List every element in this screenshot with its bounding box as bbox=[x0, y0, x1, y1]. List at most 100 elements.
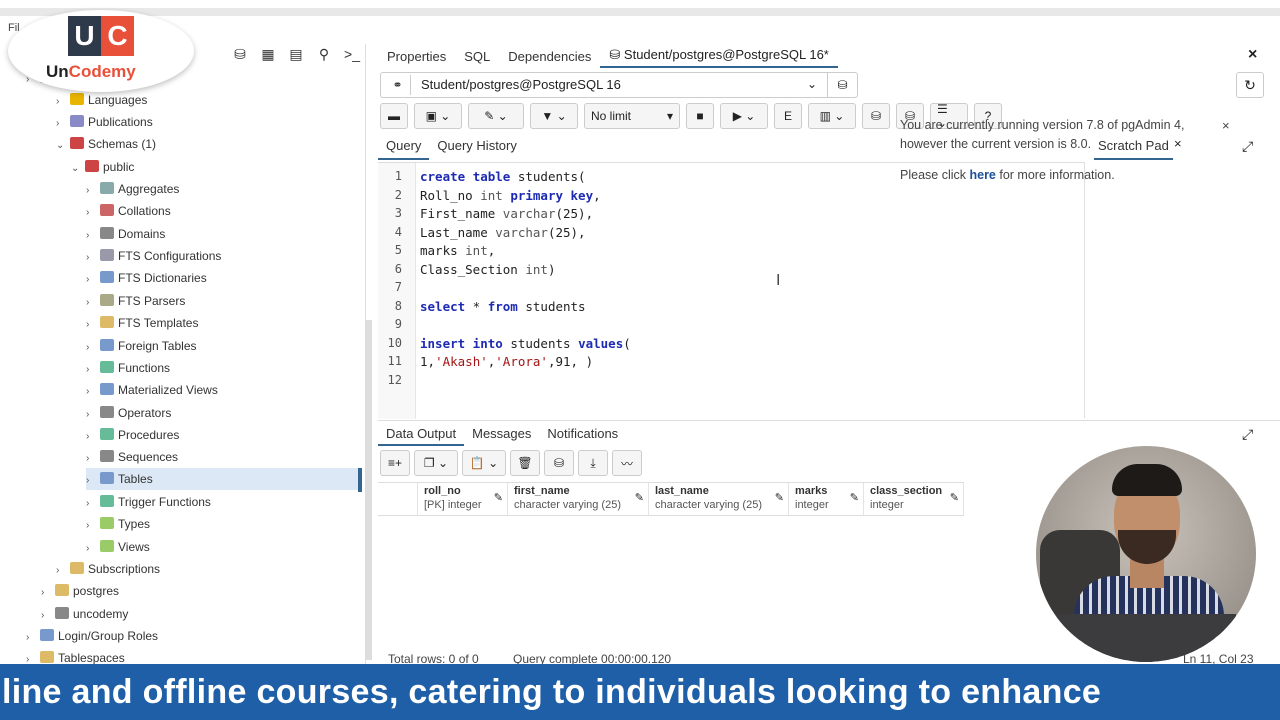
tree-item[interactable]: › Materialized Views bbox=[86, 379, 358, 401]
terminal-icon[interactable]: >_ bbox=[342, 44, 362, 64]
column-header[interactable]: first_name character varying (25) ✎ bbox=[508, 483, 649, 515]
chevron-right-icon[interactable]: › bbox=[86, 180, 98, 202]
commit-button[interactable]: ⛁ bbox=[862, 103, 890, 129]
column-header[interactable]: last_name character varying (25) ✎ bbox=[649, 483, 789, 515]
paste-icon[interactable]: 📋 ⌄ bbox=[462, 450, 506, 476]
tree-item[interactable]: › FTS Dictionaries bbox=[86, 267, 358, 289]
tree-item[interactable]: › Subscriptions bbox=[56, 558, 358, 580]
explain-button[interactable]: E bbox=[774, 103, 802, 129]
tab-query-tool[interactable]: ⛁ Student/postgres@PostgreSQL 16* bbox=[600, 44, 838, 68]
column-header[interactable]: roll_no [PK] integer ✎ bbox=[418, 483, 508, 515]
tree-item[interactable]: › Languages bbox=[56, 89, 358, 111]
execute-button[interactable]: ▶ ⌄ bbox=[720, 103, 768, 129]
chevron-down-icon[interactable]: ⌄ bbox=[71, 158, 83, 180]
connection-selector[interactable]: ⚭ Student/postgres@PostgreSQL 16 ⌄ ⛁ bbox=[380, 72, 858, 98]
line-number: 3 bbox=[394, 206, 402, 220]
tree-item[interactable]: › Collations bbox=[86, 200, 358, 222]
table-view-icon[interactable]: ▦ bbox=[258, 44, 278, 64]
chevron-right-icon[interactable]: › bbox=[86, 493, 98, 515]
tree-item[interactable]: › FTS Configurations bbox=[86, 245, 358, 267]
tree-item[interactable]: › Login/Group Roles bbox=[26, 625, 358, 647]
tree-item[interactable]: › Operators bbox=[86, 402, 358, 424]
explain-analyze-button[interactable]: ▥ ⌄ bbox=[808, 103, 856, 129]
tab-sql[interactable]: SQL bbox=[455, 49, 499, 64]
chevron-right-icon[interactable]: › bbox=[86, 292, 98, 314]
tab-data-output[interactable]: Data Output bbox=[378, 421, 465, 446]
chevron-right-icon[interactable]: › bbox=[86, 404, 98, 426]
save-button[interactable]: ▣ ⌄ bbox=[414, 103, 462, 129]
query-tool-icon[interactable]: ▤ bbox=[286, 44, 306, 64]
tab-notifications[interactable]: Notifications bbox=[539, 421, 626, 446]
tree-item[interactable]: › Procedures bbox=[86, 424, 358, 446]
database-icon[interactable]: ⛁ bbox=[827, 73, 857, 97]
save-data-icon[interactable]: ⛁ bbox=[544, 450, 574, 476]
tree-item[interactable]: › Domains bbox=[86, 223, 358, 245]
open-file-button[interactable]: ▬ bbox=[380, 103, 408, 129]
edit-button[interactable]: ✎ ⌄ bbox=[468, 103, 524, 129]
database-icon[interactable]: ⛁ bbox=[230, 44, 250, 64]
chevron-right-icon[interactable]: › bbox=[86, 247, 98, 269]
notice-link[interactable]: here bbox=[969, 168, 995, 182]
tree-item[interactable]: › Sequences bbox=[86, 446, 358, 468]
chevron-right-icon[interactable]: › bbox=[56, 113, 68, 135]
chevron-right-icon[interactable]: › bbox=[56, 91, 68, 113]
chevron-right-icon[interactable]: › bbox=[41, 582, 53, 604]
close-icon[interactable]: × bbox=[1174, 136, 1182, 151]
chevron-right-icon[interactable]: › bbox=[86, 381, 98, 403]
tree-item[interactable]: ⌄ public bbox=[71, 156, 358, 178]
tree-item[interactable]: › uncodemy bbox=[41, 603, 358, 625]
chevron-right-icon[interactable]: › bbox=[26, 627, 38, 649]
expand-icon[interactable]: ⤢ bbox=[1242, 138, 1253, 155]
tree-item[interactable]: › Types bbox=[86, 513, 358, 535]
chevron-right-icon[interactable]: › bbox=[86, 225, 98, 247]
expand-icon[interactable]: ⤢ bbox=[1242, 426, 1253, 443]
tree-item[interactable]: › Views bbox=[86, 536, 358, 558]
tree-item[interactable]: › postgres bbox=[41, 580, 358, 602]
tree-item[interactable]: › Functions bbox=[86, 357, 358, 379]
download-icon[interactable]: ⤓ bbox=[578, 450, 608, 476]
tab-query-history[interactable]: Query History bbox=[429, 134, 524, 160]
chevron-right-icon[interactable]: › bbox=[41, 605, 53, 627]
tree-item[interactable]: › Trigger Functions bbox=[86, 491, 358, 513]
chevron-right-icon[interactable]: › bbox=[86, 314, 98, 336]
copy-icon[interactable]: ❐ ⌄ bbox=[414, 450, 458, 476]
chevron-right-icon[interactable]: › bbox=[86, 202, 98, 224]
tree-item[interactable]: › Aggregates bbox=[86, 178, 358, 200]
chevron-right-icon[interactable]: › bbox=[86, 359, 98, 381]
tab-properties[interactable]: Properties bbox=[378, 49, 455, 64]
tree-item[interactable]: › FTS Templates bbox=[86, 312, 358, 334]
close-notice-icon[interactable]: × bbox=[1222, 118, 1230, 133]
chevron-right-icon[interactable]: › bbox=[86, 448, 98, 470]
chevron-down-icon[interactable]: ⌄ bbox=[56, 135, 68, 157]
chevron-right-icon[interactable]: › bbox=[86, 426, 98, 448]
chevron-right-icon[interactable]: › bbox=[86, 269, 98, 291]
add-row-icon[interactable]: ≡+ bbox=[380, 450, 410, 476]
graph-icon[interactable]: 〰 bbox=[612, 450, 642, 476]
filter-button[interactable]: ▼ ⌄ bbox=[530, 103, 578, 129]
tree-item[interactable]: › Publications bbox=[56, 111, 358, 133]
search-icon[interactable]: ⚲ bbox=[314, 44, 334, 64]
refresh-icon[interactable]: ↻ bbox=[1236, 72, 1264, 98]
limit-select[interactable]: No limit ▾ bbox=[584, 103, 680, 129]
chevron-right-icon[interactable]: › bbox=[86, 515, 98, 537]
column-header[interactable]: marks integer ✎ bbox=[789, 483, 864, 515]
tab-scratch-pad[interactable]: Scratch Pad bbox=[1094, 134, 1173, 160]
chevron-right-icon[interactable]: › bbox=[86, 470, 98, 492]
tree-item[interactable]: ⌄ Schemas (1) bbox=[56, 133, 358, 155]
tree-item[interactable]: › Tables bbox=[86, 468, 358, 490]
tree-item[interactable]: › Foreign Tables bbox=[86, 335, 358, 357]
stop-button[interactable]: ■ bbox=[686, 103, 714, 129]
chevron-right-icon[interactable]: › bbox=[86, 337, 98, 359]
column-header[interactable]: class_section integer ✎ bbox=[864, 483, 964, 515]
close-icon[interactable]: × bbox=[1248, 46, 1257, 64]
chevron-right-icon[interactable]: › bbox=[86, 538, 98, 560]
tree-node-icon bbox=[100, 361, 114, 373]
chevron-right-icon[interactable]: › bbox=[56, 560, 68, 582]
delete-icon[interactable]: 🗑 bbox=[510, 450, 540, 476]
tab-dependencies[interactable]: Dependencies bbox=[499, 49, 600, 64]
tab-messages[interactable]: Messages bbox=[464, 421, 539, 446]
tree-scrollbar[interactable] bbox=[366, 320, 372, 660]
tab-query[interactable]: Query bbox=[378, 134, 430, 160]
sql-editor[interactable]: 1 2 3 4 5 6 7 8 9 10 11 12 create table … bbox=[378, 162, 1084, 419]
tree-item[interactable]: › FTS Parsers bbox=[86, 290, 358, 312]
